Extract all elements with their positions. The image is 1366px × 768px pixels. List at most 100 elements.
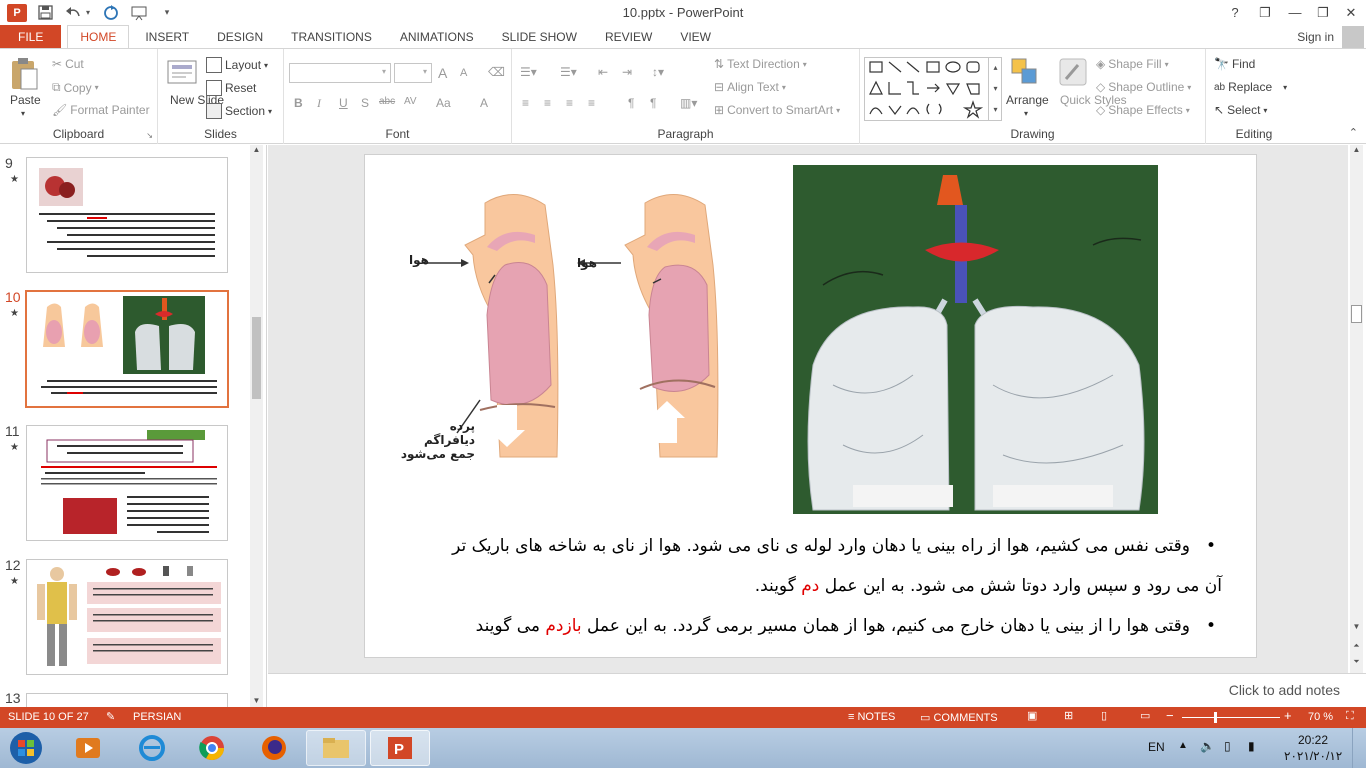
- new-slide-icon[interactable]: [166, 57, 198, 89]
- bullets-icon[interactable]: ☰▾: [520, 65, 537, 79]
- zoom-out-icon[interactable]: −: [1166, 708, 1174, 723]
- cut-button[interactable]: ✂ Cut: [52, 57, 84, 71]
- line-spacing-icon[interactable]: ↕▾: [652, 65, 664, 79]
- bullet-text-1[interactable]: •وقتی نفس می کشیم، هوا از راه بینی یا ده…: [386, 536, 1216, 556]
- decrease-indent-icon[interactable]: ⇤: [598, 65, 608, 79]
- network-icon[interactable]: ▮: [1248, 739, 1255, 753]
- thumbnails-scrollbar[interactable]: ▲ ▼: [250, 145, 263, 707]
- normal-view-icon[interactable]: ▣: [1027, 709, 1037, 722]
- slide-thumbnail-11[interactable]: [26, 425, 228, 541]
- tab-file[interactable]: FILE: [0, 25, 62, 49]
- fit-slide-icon[interactable]: ⛶: [1346, 710, 1354, 723]
- shrink-font-button[interactable]: A: [460, 67, 467, 79]
- arrange-dropdown-icon[interactable]: ▾: [1024, 109, 1028, 118]
- paste-dropdown-icon[interactable]: ▾: [21, 109, 25, 118]
- bullet-text-2[interactable]: •وقتی هوا را از بینی یا دهان خارج می کنی…: [386, 616, 1216, 636]
- start-button[interactable]: [0, 730, 52, 766]
- help-button[interactable]: ?: [1220, 0, 1250, 25]
- shape-effects-button[interactable]: ◇ Shape Effects ▾: [1096, 103, 1190, 117]
- previous-slide-icon[interactable]: ⏶: [1350, 641, 1363, 651]
- zoom-slider-thumb[interactable]: [1213, 712, 1217, 723]
- firefox-icon[interactable]: [244, 730, 304, 766]
- tab-animations[interactable]: ANIMATIONS: [388, 25, 486, 49]
- notes-button[interactable]: ≡ NOTES: [848, 711, 895, 723]
- increase-indent-icon[interactable]: ⇥: [622, 65, 632, 79]
- font-name-combo[interactable]: ▾: [289, 63, 391, 83]
- scroll-up-icon[interactable]: ▲: [1350, 145, 1363, 154]
- dialog-launcher-icon[interactable]: ↘: [146, 131, 153, 140]
- collapse-ribbon-icon[interactable]: ⌃: [1349, 126, 1358, 139]
- find-button[interactable]: 🔭 Find: [1214, 57, 1255, 71]
- comments-button[interactable]: ▭ COMMENTS: [920, 711, 998, 724]
- arrange-button[interactable]: Arrange: [1006, 93, 1049, 107]
- slide-canvas[interactable]: هوا هوا پرده دیافراگم جمع می‌شود: [364, 154, 1257, 658]
- character-spacing-button[interactable]: AV: [404, 96, 417, 107]
- grow-font-button[interactable]: A: [438, 65, 447, 81]
- text-direction-button[interactable]: ⇅ Text Direction ▾: [714, 57, 807, 71]
- scroll-down-icon[interactable]: ▼: [250, 696, 263, 705]
- slide-scrollbar[interactable]: ▲ ▼ ⏶ ⏷: [1350, 145, 1363, 673]
- bullet-text-1-continued[interactable]: آن می رود و سپس وارد دوتا شش می شود. به …: [392, 576, 1222, 596]
- slide-thumbnail-10[interactable]: [25, 290, 229, 408]
- copy-button[interactable]: ⧉ Copy ▾: [52, 80, 99, 95]
- layout-button[interactable]: Layout ▾: [206, 57, 268, 73]
- save-icon[interactable]: [35, 3, 55, 23]
- avatar[interactable]: [1342, 26, 1364, 48]
- media-player-icon[interactable]: [58, 730, 118, 766]
- align-text-button[interactable]: ⊟ Align Text ▾: [714, 80, 786, 94]
- reading-view-icon[interactable]: ▯: [1101, 709, 1107, 722]
- language-indicator[interactable]: PERSIAN: [133, 711, 181, 723]
- tab-insert[interactable]: INSERT: [133, 25, 201, 49]
- clear-formatting-icon[interactable]: ⌫: [488, 65, 505, 79]
- show-hidden-icons-icon[interactable]: ▲: [1178, 740, 1188, 751]
- paste-button[interactable]: Paste: [10, 93, 41, 107]
- shape-outline-button[interactable]: ◇ Shape Outline ▾: [1096, 80, 1191, 94]
- numbering-icon[interactable]: ☰▾: [560, 65, 577, 79]
- shapes-gallery[interactable]: [864, 57, 1002, 121]
- font-color-button[interactable]: A: [480, 96, 488, 110]
- customize-toolbar-icon[interactable]: ▾: [157, 3, 177, 23]
- tab-review[interactable]: REVIEW: [593, 25, 664, 49]
- clock-date[interactable]: ۲۰۲۱/۲۰/۱۲: [1284, 749, 1342, 763]
- slide-thumbnail-9[interactable]: [26, 157, 228, 273]
- next-slide-icon[interactable]: ⏷: [1350, 657, 1363, 667]
- underline-button[interactable]: U: [339, 96, 348, 110]
- arrange-icon[interactable]: [1010, 57, 1042, 89]
- input-language[interactable]: EN: [1148, 740, 1165, 754]
- align-center-icon[interactable]: ≡: [544, 96, 551, 110]
- sign-in-link[interactable]: Sign in: [1297, 30, 1334, 44]
- shape-fill-button[interactable]: ◈ Shape Fill ▾: [1096, 57, 1169, 71]
- volume-icon[interactable]: 🔈: [1200, 739, 1215, 753]
- tab-home[interactable]: HOME: [67, 25, 130, 49]
- zoom-level[interactable]: 70 %: [1308, 711, 1333, 723]
- clock-time[interactable]: 20:22: [1298, 733, 1328, 747]
- paste-icon[interactable]: [9, 57, 41, 90]
- gallery-scroll-icon[interactable]: ▴ ▾ ▾: [988, 57, 1002, 121]
- slide-sorter-icon[interactable]: ⊞: [1064, 709, 1073, 722]
- bold-button[interactable]: B: [294, 96, 303, 110]
- spelling-icon[interactable]: ✎: [106, 710, 115, 723]
- show-desktop-button[interactable]: [1352, 728, 1366, 768]
- power-icon[interactable]: ▯: [1224, 739, 1231, 753]
- file-explorer-icon[interactable]: [306, 730, 366, 766]
- tab-slide-show[interactable]: SLIDE SHOW: [490, 25, 589, 49]
- chrome-icon[interactable]: [182, 730, 242, 766]
- maximize-button[interactable]: ❐: [1308, 0, 1338, 25]
- zoom-slider[interactable]: [1182, 717, 1280, 718]
- select-button[interactable]: ↖ Select ▾: [1214, 103, 1267, 117]
- columns-icon[interactable]: ▥▾: [680, 96, 697, 110]
- scrollbar-thumb[interactable]: [1351, 305, 1362, 323]
- scroll-up-icon[interactable]: ▲: [250, 145, 263, 154]
- italic-button[interactable]: I: [317, 96, 321, 111]
- font-size-combo[interactable]: ▾: [394, 63, 432, 83]
- convert-smartart-button[interactable]: ⊞ Convert to SmartArt ▾: [714, 103, 840, 117]
- powerpoint-logo-icon[interactable]: P: [7, 3, 27, 22]
- align-right-icon[interactable]: ≡: [566, 96, 573, 110]
- powerpoint-taskbar-icon[interactable]: P: [370, 730, 430, 766]
- strikethrough-button[interactable]: abc: [379, 96, 395, 107]
- ribbon-display-options-button[interactable]: ❐: [1250, 0, 1280, 25]
- rtl-icon[interactable]: ¶: [650, 96, 656, 110]
- minimize-button[interactable]: —: [1280, 0, 1310, 25]
- close-button[interactable]: ✕: [1336, 0, 1366, 25]
- redo-icon[interactable]: [101, 3, 121, 23]
